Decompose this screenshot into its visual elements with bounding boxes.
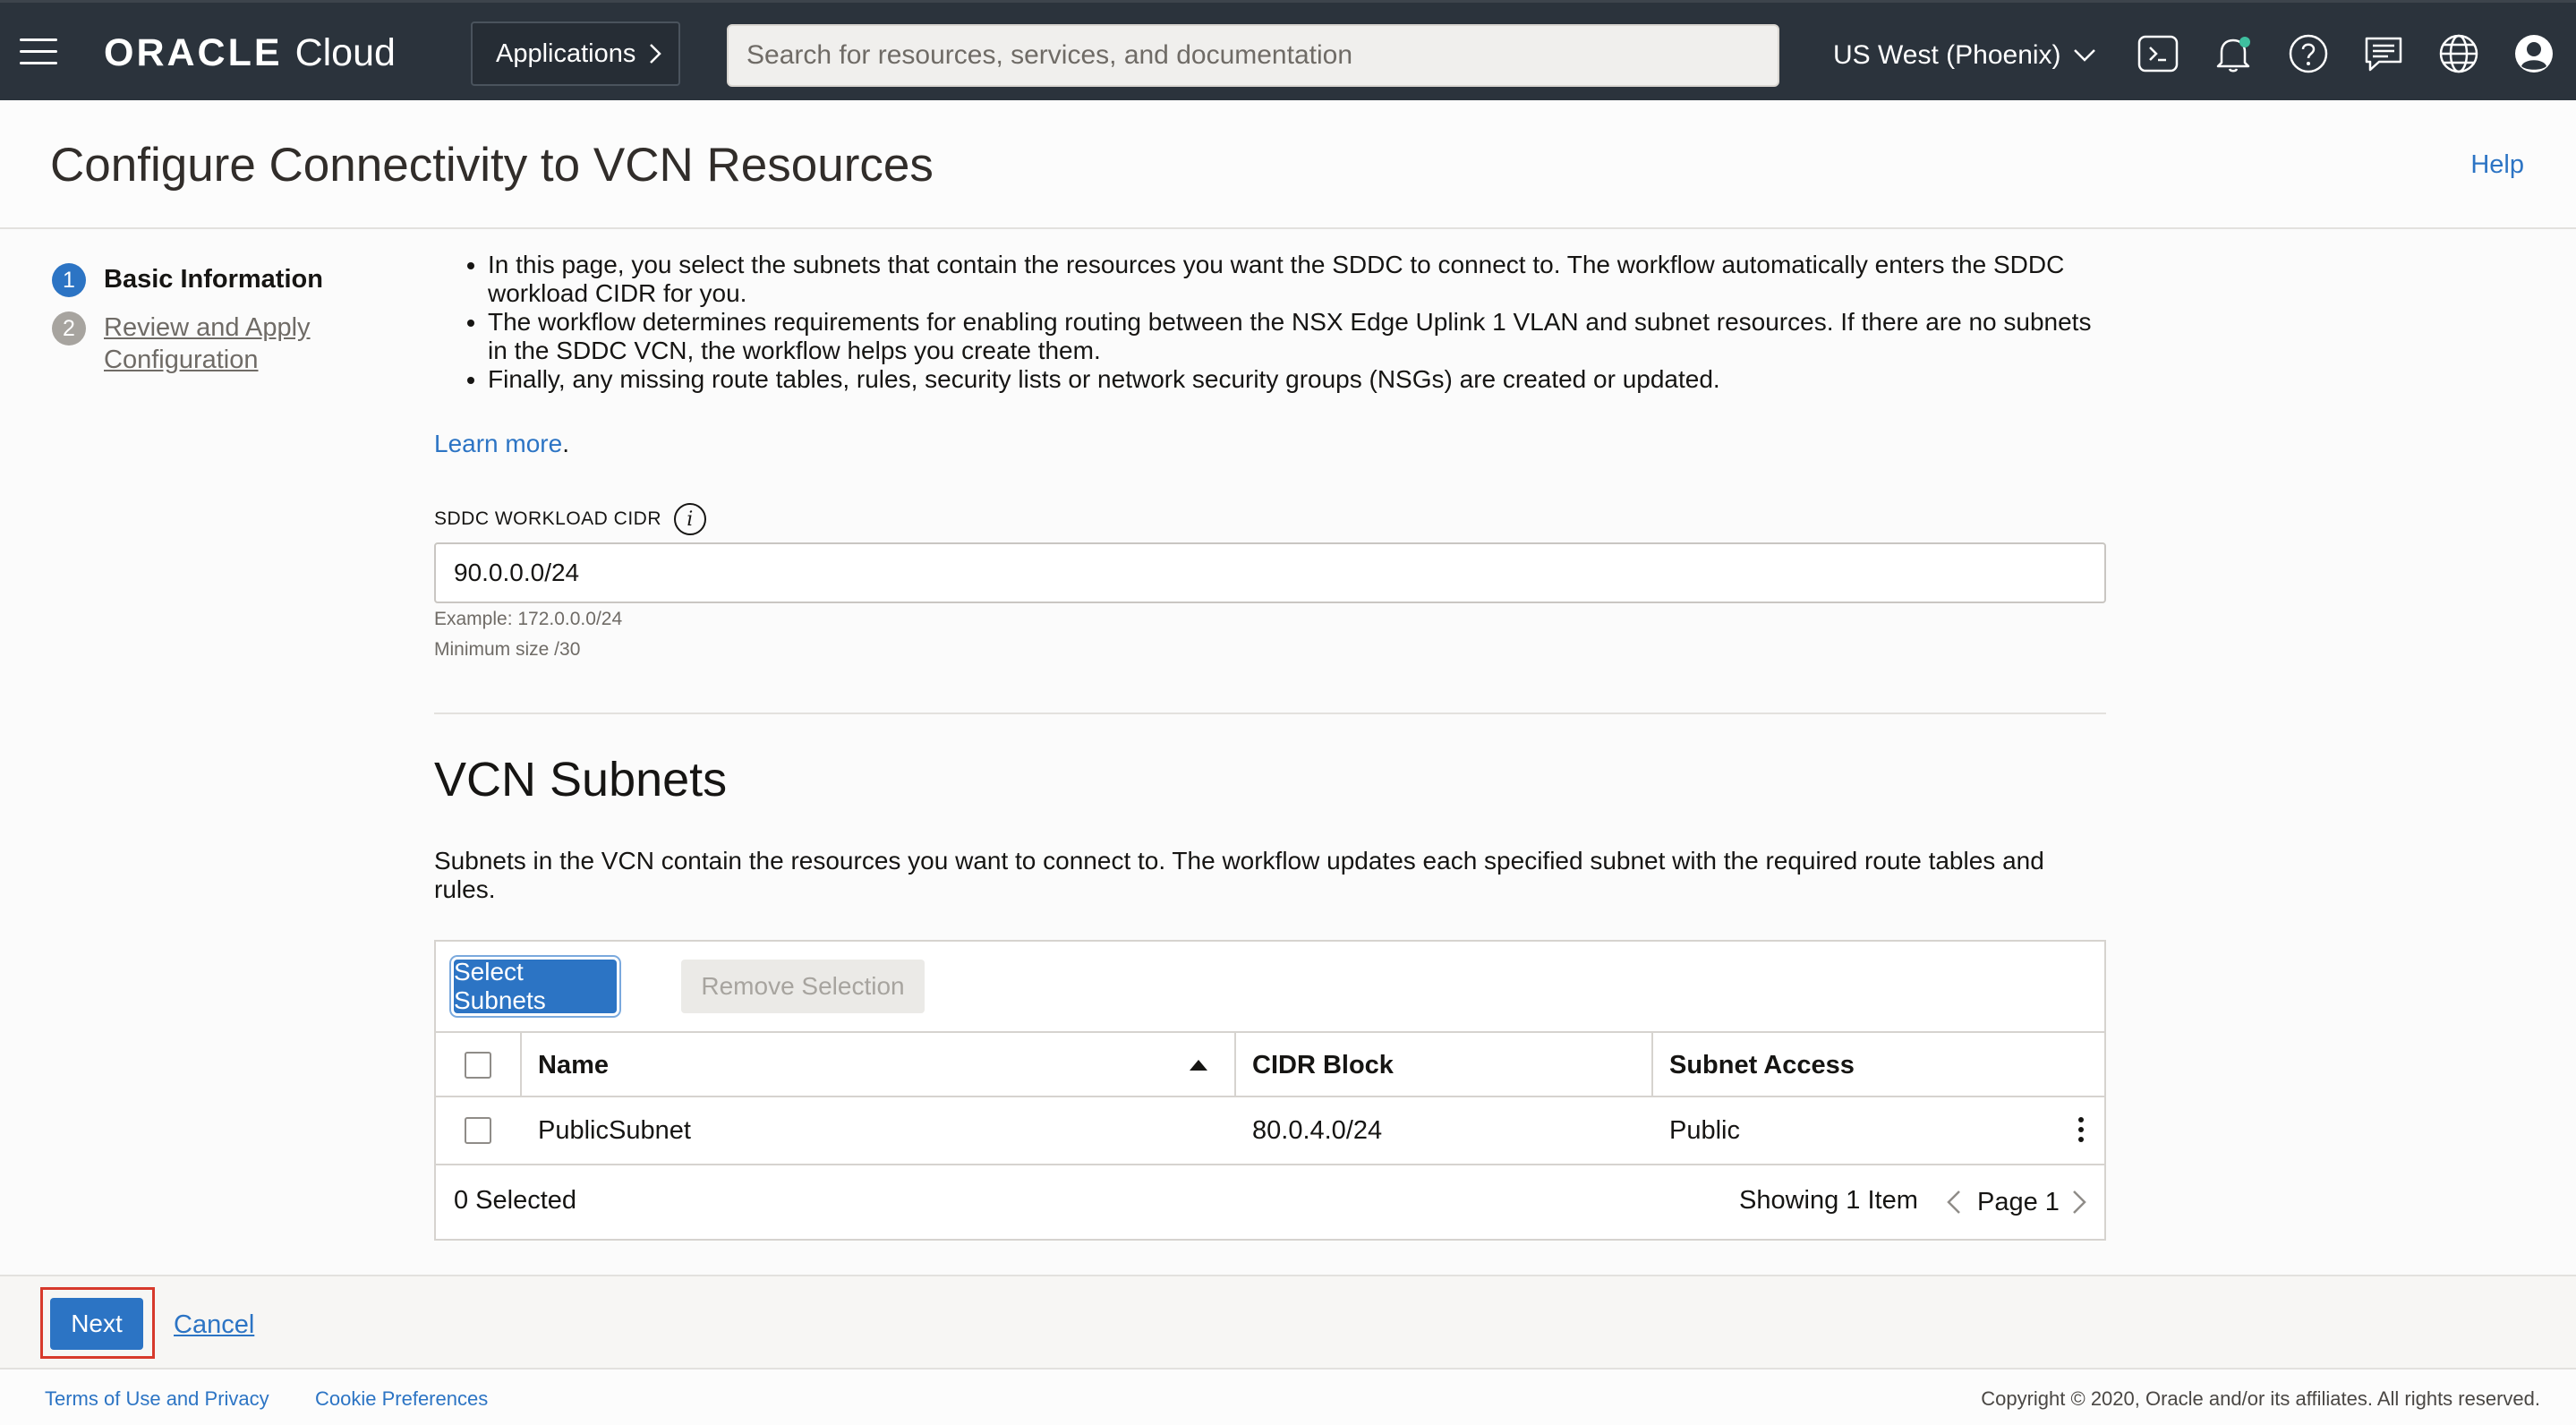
main-content: In this page, you select the subnets tha… xyxy=(434,251,2106,1241)
column-header-cidr-block: CIDR Block xyxy=(1252,1050,1394,1079)
chevron-right-icon xyxy=(650,44,662,64)
page-indicator: Page 1 xyxy=(1977,1187,2060,1216)
step-number: 2 xyxy=(52,311,86,346)
vcn-subnets-description: Subnets in the VCN contain the resources… xyxy=(434,847,2044,903)
info-icon[interactable]: i xyxy=(674,503,707,535)
page-header: Configure Connectivity to VCN Resources … xyxy=(0,100,2576,229)
intro-bullet: The workflow determines requirements for… xyxy=(488,308,2106,365)
cidr-hint-minimum: Minimum size /30 xyxy=(434,639,581,660)
region-selector[interactable]: US West (Phoenix) xyxy=(1833,30,2097,81)
section-divider xyxy=(434,712,2106,714)
prev-page-icon[interactable] xyxy=(1945,1165,1963,1239)
step-basic-information: 1 Basic Information xyxy=(52,263,323,297)
search-placeholder: Search for resources, services, and docu… xyxy=(746,40,1353,70)
page-footer: Terms of Use and Privacy Cookie Preferen… xyxy=(0,1368,2576,1425)
logo-product: Cloud xyxy=(294,30,396,74)
select-all-checkbox[interactable] xyxy=(465,1052,491,1079)
learn-more-link[interactable]: Learn more xyxy=(434,430,562,457)
cloud-shell-icon[interactable] xyxy=(2137,33,2179,74)
vcn-subnets-title: VCN Subnets xyxy=(434,753,728,806)
subnet-cidr: 80.0.4.0/24 xyxy=(1252,1115,1383,1145)
select-subnets-button[interactable]: Select Subnets xyxy=(454,958,617,1014)
table-footer: 0 Selected Showing 1 Item Page 1 xyxy=(436,1165,2104,1239)
select-all-cell xyxy=(465,1033,491,1097)
table-row[interactable]: PublicSubnet 80.0.4.0/24 Public xyxy=(436,1097,2104,1165)
terms-link[interactable]: Terms of Use and Privacy xyxy=(45,1387,269,1411)
help-link[interactable]: Help xyxy=(2470,150,2524,180)
step-label[interactable]: Review and Apply Configuration xyxy=(104,311,311,376)
cidr-hint-example: Example: 172.0.0.0/24 xyxy=(434,609,623,629)
copyright-text: Copyright © 2020, Oracle and/or its affi… xyxy=(1981,1387,2540,1410)
next-button[interactable]: Next xyxy=(50,1298,143,1350)
intro-list: In this page, you select the subnets tha… xyxy=(434,251,2106,394)
applications-label: Applications xyxy=(496,38,636,68)
cidr-input-value: 90.0.0.0/24 xyxy=(454,559,580,586)
globe-icon[interactable] xyxy=(2438,33,2479,74)
step-number: 1 xyxy=(52,263,86,297)
cancel-link[interactable]: Cancel xyxy=(174,1310,254,1340)
sddc-workload-cidr-input[interactable]: 90.0.0.0/24 xyxy=(434,542,2106,603)
learn-more-suffix: . xyxy=(562,430,569,457)
region-label: US West (Phoenix) xyxy=(1833,40,2061,70)
column-header-subnet-access: Subnet Access xyxy=(1669,1050,1855,1079)
bell-icon[interactable] xyxy=(2213,33,2254,74)
subnet-name: PublicSubnet xyxy=(538,1115,691,1145)
subnet-access: Public xyxy=(1669,1115,1740,1145)
remove-selection-button: Remove Selection xyxy=(681,960,925,1013)
oracle-cloud-logo[interactable]: ORACLE Cloud xyxy=(104,28,396,78)
chevron-down-icon xyxy=(2073,49,2095,62)
cidr-field-label: SDDC WORKLOAD CIDR i xyxy=(434,503,707,535)
help-icon[interactable] xyxy=(2288,33,2329,74)
next-page-icon[interactable] xyxy=(2070,1165,2088,1239)
sort-ascending-icon[interactable] xyxy=(1190,1060,1207,1071)
subnets-table: Select Subnets Remove Selection Name CID… xyxy=(434,940,2106,1241)
selected-count: 0 Selected xyxy=(454,1185,577,1215)
intro-bullet: Finally, any missing route tables, rules… xyxy=(488,365,2106,394)
column-divider xyxy=(1651,1033,1653,1097)
row-actions-icon[interactable] xyxy=(2076,1117,2086,1146)
table-header: Name CIDR Block Subnet Access xyxy=(436,1031,2104,1097)
action-bar: Next Cancel xyxy=(0,1275,2576,1370)
step-label: Basic Information xyxy=(104,265,323,294)
intro-bullet: In this page, you select the subnets tha… xyxy=(488,251,2106,308)
row-checkbox[interactable] xyxy=(465,1117,491,1144)
menu-icon[interactable] xyxy=(20,38,57,67)
search-input[interactable]: Search for resources, services, and docu… xyxy=(727,24,1779,87)
page-title: Configure Connectivity to VCN Resources xyxy=(50,139,934,192)
learn-more-line: Learn more. xyxy=(434,430,569,458)
step-review-and-apply[interactable]: 2 Review and Apply Configuration xyxy=(52,311,311,376)
column-divider xyxy=(1234,1033,1236,1097)
profile-icon[interactable] xyxy=(2513,33,2555,74)
top-navigation-bar: ORACLE Cloud Applications Search for res… xyxy=(0,0,2576,100)
showing-count: Showing 1 Item xyxy=(1739,1185,1918,1215)
cidr-label-text: SDDC WORKLOAD CIDR xyxy=(434,508,662,529)
logo-brand: ORACLE xyxy=(104,30,283,74)
cookie-preferences-link[interactable]: Cookie Preferences xyxy=(315,1387,488,1411)
column-divider xyxy=(520,1033,522,1097)
row-select-cell xyxy=(465,1097,491,1164)
column-header-name[interactable]: Name xyxy=(538,1033,609,1097)
chat-icon[interactable] xyxy=(2363,33,2404,74)
applications-button[interactable]: Applications xyxy=(471,21,680,86)
